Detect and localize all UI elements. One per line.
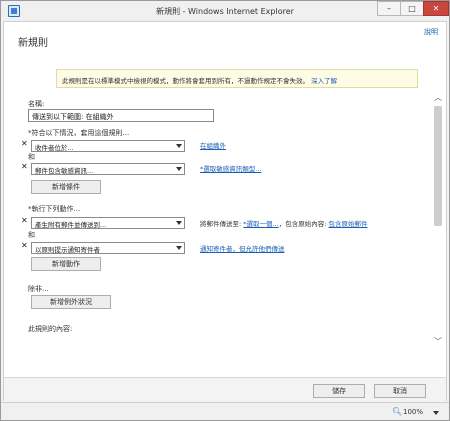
action-2-link[interactable]: 通知寄件者，但允許他們傳送 [200, 243, 285, 253]
action-1-value: 產生附有郵件並傳送到... [35, 221, 107, 229]
condition-1-select[interactable]: 收件者位於... [31, 140, 185, 152]
chevron-down-icon[interactable]: ﹀ [434, 336, 442, 347]
action-2-select[interactable]: 以原則提示通知寄件者 [31, 242, 185, 254]
condition-1-link[interactable]: 在組織外 [200, 140, 226, 150]
add-action-button[interactable]: 新增動作 [31, 257, 101, 271]
condition-and-label: 和 [28, 153, 35, 161]
actions-label: *執行下列動作... [28, 205, 81, 213]
condition-2-link[interactable]: *選取敏感資訊類型... [200, 163, 261, 173]
page-content: 說明 新規則 此規則是在以標準模式中檢視的模式，動作將會套用到所有，不過動作規定… [3, 21, 447, 401]
magnifier-icon[interactable]: 🔍︎ [392, 407, 402, 416]
chevron-down-icon [176, 246, 182, 250]
action-1-content-link[interactable]: 包含原始郵件 [328, 220, 367, 228]
action-1-suffix: ，包含原始內容: [278, 220, 329, 228]
learn-more-link[interactable]: 深入了解 [311, 77, 337, 85]
add-exception-button[interactable]: 新增例外狀況 [31, 295, 111, 309]
action-1-prefix: 將郵件傳送至: [200, 220, 244, 228]
info-bar: 此規則是在以標準模式中檢視的模式，動作將會套用到所有，不過動作規定不會失效。 深… [56, 69, 418, 88]
cancel-button[interactable]: 取消 [374, 384, 426, 398]
condition-2-value: 郵件包含敏感資訊... [35, 167, 94, 175]
remove-condition-1-icon[interactable]: ✕ [21, 139, 28, 148]
vertical-scrollbar[interactable]: ︿ ﹀ [433, 92, 443, 348]
remove-action-2-icon[interactable]: ✕ [21, 241, 28, 250]
conditions-label: *符合以下情況，套用這個規則... [28, 129, 130, 137]
action-1-recipient-link[interactable]: *選取一個... [243, 220, 278, 228]
action-1-description: 將郵件傳送至: *選取一個...，包含原始內容: 包含原始郵件 [200, 218, 367, 228]
title-bar: 新規則 - Windows Internet Explorer – □ ✕ [1, 1, 449, 21]
action-1-select[interactable]: 產生附有郵件並傳送到... [31, 217, 185, 229]
rule-properties-label: 此規則的內容: [28, 325, 73, 333]
maximize-button[interactable]: □ [400, 1, 424, 16]
add-condition-button[interactable]: 新增條件 [31, 180, 101, 194]
chevron-down-icon [176, 144, 182, 148]
rule-name-input[interactable]: 傳送到以下範圍: 在組織外 [28, 109, 214, 122]
name-label: 名稱: [28, 100, 45, 108]
browser-window: 新規則 - Windows Internet Explorer – □ ✕ 說明… [0, 0, 450, 421]
help-link[interactable]: 說明 [424, 27, 438, 37]
chevron-down-icon [176, 167, 182, 171]
info-message: 此規則是在以標準模式中檢視的模式，動作將會套用到所有，不過動作規定不會失效。 [62, 77, 309, 85]
zoom-level[interactable]: 100% [403, 408, 423, 416]
action-2-value: 以原則提示通知寄件者 [35, 246, 100, 254]
condition-1-value: 收件者位於... [35, 144, 74, 152]
save-button[interactable]: 儲存 [313, 384, 365, 398]
scroll-thumb[interactable] [434, 106, 442, 226]
zoom-dropdown-icon[interactable] [433, 411, 439, 415]
page-title: 新規則 [18, 38, 48, 49]
remove-action-1-icon[interactable]: ✕ [21, 216, 28, 225]
dialog-footer: 儲存 取消 [4, 377, 446, 401]
minimize-button[interactable]: – [377, 1, 401, 16]
condition-2-select[interactable]: 郵件包含敏感資訊... [31, 163, 185, 175]
status-bar: 🔍︎ 100% [1, 402, 449, 420]
action-and-label: 和 [28, 231, 35, 239]
info-bar-text: 此規則是在以標準模式中檢視的模式，動作將會套用到所有，不過動作規定不會失效。 深… [62, 75, 337, 85]
close-button[interactable]: ✕ [423, 1, 449, 16]
exceptions-label: 除非... [28, 285, 49, 293]
remove-condition-2-icon[interactable]: ✕ [21, 162, 28, 171]
chevron-down-icon [176, 221, 182, 225]
chevron-up-icon[interactable]: ︿ [434, 92, 442, 103]
